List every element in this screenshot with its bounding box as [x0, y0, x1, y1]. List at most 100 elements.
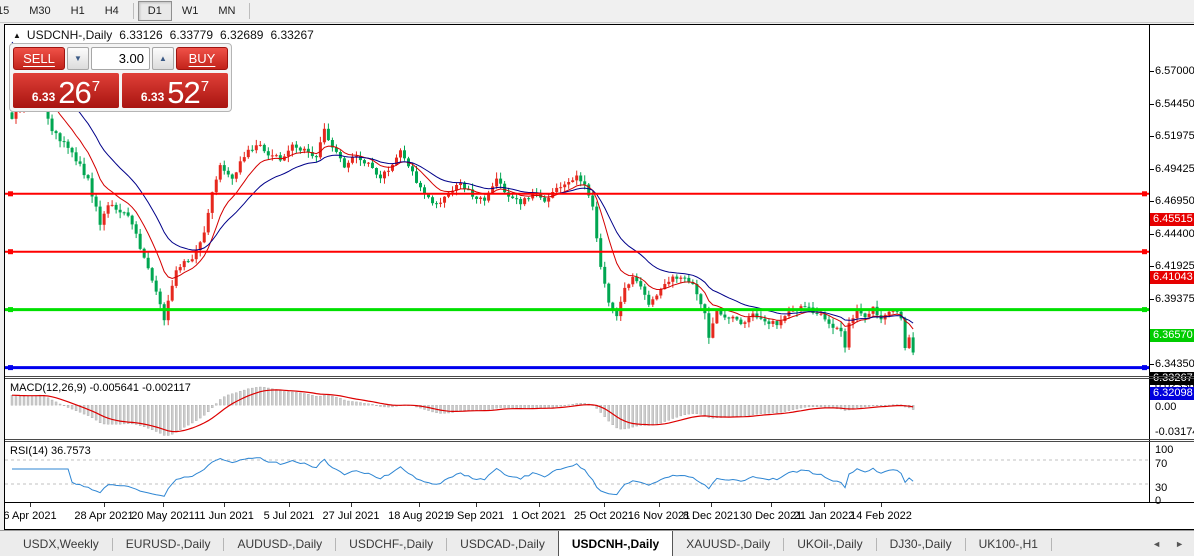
price-tick-mark [1150, 299, 1154, 300]
price-tick-mark [1150, 169, 1154, 170]
price-tick-mark [1150, 136, 1154, 137]
price-tick-label: 6.51975 [1155, 130, 1194, 142]
axis-divider [1149, 25, 1150, 503]
tab-audusd-daily[interactable]: AUDUSD-,Daily [224, 531, 335, 556]
sell-button[interactable]: SELL [13, 47, 65, 70]
date-tick-mark [771, 503, 772, 507]
price-badge: 6.33267 [1150, 372, 1194, 385]
rsi-scale-label: 0 [1155, 495, 1162, 507]
date-tick-label: 21 Jan 2022 [793, 510, 855, 522]
date-tick-label: 27 Jul 2021 [322, 510, 380, 522]
quote-high: 6.33779 [169, 28, 214, 42]
price-tick-mark [1150, 104, 1154, 105]
date-tick-label: 11 Jun 2021 [194, 510, 254, 522]
buy-price-point: 7 [200, 78, 210, 95]
date-tick-mark [351, 503, 352, 507]
volume-increase-button[interactable]: ▲ [152, 47, 174, 70]
date-tick-mark [419, 503, 420, 507]
chevron-down-icon: ▼ [74, 54, 82, 63]
date-tick-mark [604, 503, 605, 507]
rsi-scale-label: 30 [1155, 482, 1168, 494]
timeframe-button-m30[interactable]: M30 [19, 1, 60, 21]
price-tick-mark [1150, 234, 1154, 235]
date-tick-mark [289, 503, 290, 507]
rsi-scale-label: 70 [1155, 458, 1168, 470]
rsi-value: 36.7573 [50, 445, 91, 457]
tab-ukoil-daily[interactable]: UKOil-,Daily [784, 531, 875, 556]
toolbar-separator [132, 3, 134, 19]
chart-symbol: USDCNH-,Daily [26, 28, 113, 42]
quote-low: 6.32689 [220, 28, 264, 42]
timeframe-button-15[interactable]: 15 [0, 1, 19, 21]
volume-input[interactable] [91, 47, 150, 70]
date-tick-label: 8 Dec 2021 [682, 510, 740, 522]
timeframe-button-d1[interactable]: D1 [137, 1, 172, 21]
price-tick-label: 6.44400 [1155, 228, 1194, 240]
timeframe-toolbar: 15 M30 H1 H4 D1 W1 MN [0, 0, 1194, 23]
timeframe-button-h4[interactable]: H4 [95, 1, 129, 21]
one-click-trading-panel: SELL ▼ ▲ BUY 6.33267 6.33527 [9, 43, 232, 112]
date-tick-label: 1 Oct 2021 [512, 510, 566, 522]
timeframe-button-mn[interactable]: MN [208, 1, 245, 21]
tab-xauusd-daily[interactable]: XAUUSD-,Daily [673, 531, 783, 556]
chevron-up-icon: ▲ [159, 54, 167, 63]
tab-usdcad-daily[interactable]: USDCAD-,Daily [447, 531, 558, 556]
buy-price-display[interactable]: 6.33 52 7 [122, 73, 228, 108]
buy-button[interactable]: BUY [176, 47, 228, 70]
macd-panel-separator[interactable] [5, 376, 1194, 377]
date-tick-label: 18 Aug 2021 [388, 510, 450, 522]
rsi-panel[interactable] [5, 442, 1149, 502]
sell-price-pips: 26 [58, 75, 91, 108]
tab-scroll-right-icon[interactable]: ► [1175, 539, 1184, 549]
timeframe-button-w1[interactable]: W1 [172, 1, 209, 21]
quote-close: 6.33267 [270, 28, 314, 42]
quote-open: 6.33126 [119, 28, 163, 42]
chart-title: ▲ USDCNH-,Daily 6.33126 6.33779 6.32689 6.332… [13, 28, 314, 42]
date-tick-label: 14 Feb 2022 [850, 510, 912, 522]
price-tick-mark [1150, 201, 1154, 202]
price-badge: 6.32098 [1150, 387, 1194, 400]
date-tick-mark [824, 503, 825, 507]
price-tick-label: 6.49425 [1155, 163, 1194, 175]
tab-usdchf-daily[interactable]: USDCHF-,Daily [336, 531, 446, 556]
tab-eurusd-daily[interactable]: EURUSD-,Daily [113, 531, 224, 556]
macd-scale-label: 0.00 [1155, 401, 1177, 413]
date-tick-label: 9 Sep 2021 [447, 510, 505, 522]
timeframe-button-h1[interactable]: H1 [61, 1, 95, 21]
tab-uk100-h1[interactable]: UK100-,H1 [966, 531, 1051, 556]
date-tick-mark [659, 503, 660, 507]
date-tick-mark [163, 503, 164, 507]
sell-price-figure: 6.33 [31, 90, 56, 104]
date-axis[interactable]: 6 Apr 2021 28 Apr 2021 20 May 2021 11 Jun 2… [5, 503, 1194, 527]
date-tick-mark [104, 503, 105, 507]
price-tick-label: 6.54450 [1155, 98, 1194, 110]
symbol-tab-bar: USDX,Weekly EURUSD-,Daily AUDUSD-,Daily USD… [0, 530, 1194, 556]
date-tick-mark [881, 503, 882, 507]
macd-values: -0.005641 -0.002117 [89, 382, 191, 394]
tab-scroll-left-icon[interactable]: ◄ [1152, 539, 1161, 549]
date-tick-mark [539, 503, 540, 507]
date-tick-mark [30, 503, 31, 507]
tab-scroll-arrows: ◄ ► [1152, 531, 1184, 556]
toolbar-separator [249, 3, 251, 19]
chart-window: ▲ USDCNH-,Daily 6.33126 6.33779 6.32689 6.332… [4, 24, 1194, 530]
collapse-icon[interactable]: ▲ [13, 31, 21, 40]
buy-price-figure: 6.33 [140, 90, 165, 104]
rsi-scale-label: 100 [1155, 444, 1174, 456]
tab-usdx-weekly[interactable]: USDX,Weekly [10, 531, 112, 556]
tab-dj30-daily[interactable]: DJ30-,Daily [877, 531, 965, 556]
price-tick-label: 6.57000 [1155, 65, 1194, 77]
date-tick-label: 16 Nov 2021 [627, 510, 691, 522]
tab-separator [1050, 537, 1052, 551]
sell-price-display[interactable]: 6.33 26 7 [13, 73, 119, 108]
price-badge: 6.45515 [1150, 213, 1194, 226]
price-badge: 6.36570 [1150, 329, 1194, 342]
tab-usdcnh-daily[interactable]: USDCNH-,Daily [557, 530, 674, 556]
application-root: 15 M30 H1 H4 D1 W1 MN ▲ USDCNH-,Daily 6.33126 6.3… [0, 0, 1194, 556]
price-tick-label: 6.39375 [1155, 293, 1194, 305]
price-tick-label: 6.34350 [1155, 358, 1194, 370]
volume-decrease-button[interactable]: ▼ [67, 47, 89, 70]
rsi-panel-separator[interactable] [5, 439, 1194, 440]
date-tick-mark [224, 503, 225, 507]
buy-price-pips: 52 [167, 75, 200, 108]
